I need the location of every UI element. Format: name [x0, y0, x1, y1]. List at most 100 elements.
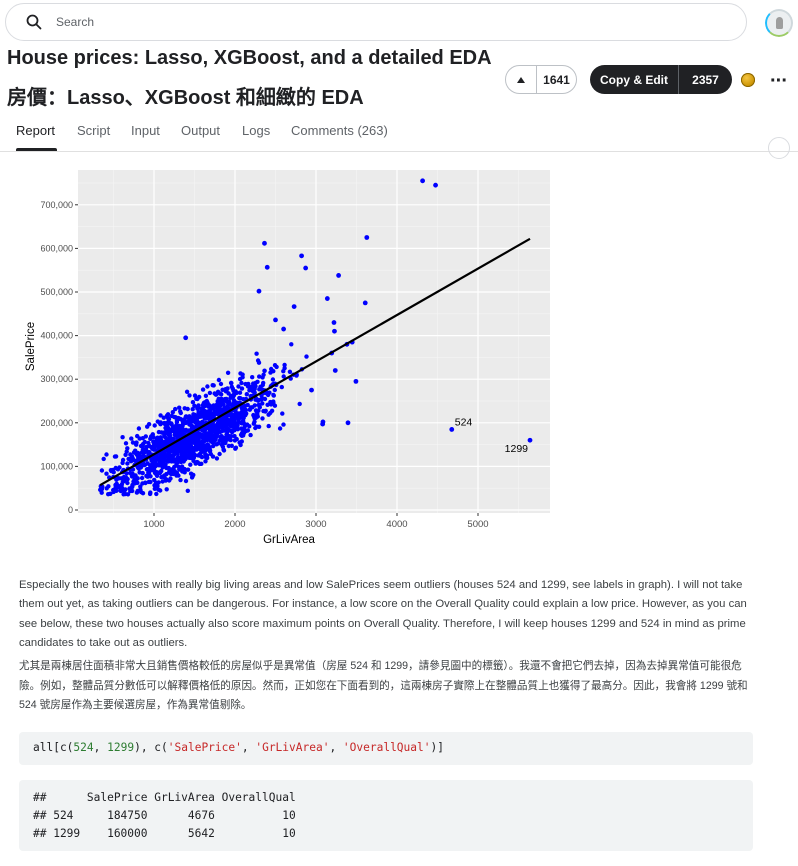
data-point	[185, 488, 190, 493]
search-bar[interactable]: Search	[5, 3, 747, 41]
data-point	[228, 412, 233, 417]
tab-output[interactable]: Output	[181, 123, 220, 138]
data-point	[148, 490, 153, 495]
copy-edit-count: 2357	[692, 72, 719, 87]
tab-script[interactable]: Script	[77, 123, 110, 138]
data-point	[152, 486, 157, 491]
data-point	[229, 428, 234, 433]
data-point	[110, 467, 116, 473]
upvote-button[interactable]: 1641	[505, 65, 577, 94]
data-point	[183, 447, 188, 453]
data-point	[173, 406, 178, 412]
data-point	[176, 446, 181, 451]
data-point	[253, 425, 258, 431]
data-point	[212, 405, 217, 410]
more-options-icon[interactable]: ···	[770, 70, 788, 93]
notebook-tabs: Report Script Input Output Logs Comments…	[0, 115, 798, 152]
data-point	[248, 432, 253, 438]
data-point	[214, 429, 220, 434]
user-avatar[interactable]	[765, 9, 793, 37]
data-point	[273, 317, 278, 323]
search-input[interactable]: Search	[56, 15, 94, 29]
data-point	[336, 273, 341, 278]
data-point	[226, 391, 231, 396]
data-point	[201, 414, 206, 419]
data-point	[240, 372, 245, 377]
data-point	[271, 369, 276, 374]
data-point	[281, 422, 286, 427]
data-point	[214, 442, 219, 447]
data-point	[183, 427, 189, 433]
data-point	[140, 470, 145, 476]
data-point	[158, 420, 164, 426]
data-point	[320, 421, 326, 427]
data-point	[197, 451, 203, 457]
data-point	[229, 384, 234, 389]
data-point	[168, 476, 173, 481]
data-point	[232, 438, 238, 443]
data-point	[172, 450, 177, 456]
data-point	[239, 439, 244, 444]
data-point	[182, 470, 187, 475]
data-point	[165, 412, 171, 417]
data-point	[187, 435, 192, 441]
data-point	[170, 455, 175, 461]
data-point	[213, 392, 219, 397]
x-tick-label: 5000	[467, 519, 488, 530]
data-point	[238, 420, 244, 426]
tab-comments[interactable]: Comments (263)	[291, 123, 388, 138]
page-title: House prices: Lasso, XGBoost, and a deta…	[7, 47, 492, 69]
data-point	[220, 387, 225, 392]
data-point	[236, 384, 241, 389]
data-point	[166, 455, 171, 460]
data-point	[151, 441, 157, 446]
data-point	[256, 424, 262, 429]
data-point	[200, 387, 206, 392]
data-point	[228, 423, 234, 429]
tab-input[interactable]: Input	[131, 123, 160, 138]
data-point	[233, 423, 238, 429]
data-point	[121, 474, 127, 480]
data-point	[289, 342, 294, 347]
data-point	[241, 430, 247, 436]
data-point	[274, 364, 279, 370]
data-point	[128, 459, 134, 464]
data-point	[153, 471, 159, 477]
data-point	[176, 455, 182, 461]
tab-report[interactable]: Report	[16, 123, 55, 138]
data-point	[121, 478, 127, 484]
data-point	[243, 381, 248, 387]
data-point	[196, 433, 202, 439]
data-point	[266, 423, 271, 429]
copy-edit-button[interactable]: Copy & Edit 2357	[590, 65, 732, 94]
data-point	[196, 410, 201, 415]
data-point	[190, 448, 196, 453]
code-input-cell[interactable]: all[c(524, 1299), c('SalePrice', 'GrLivA…	[19, 732, 753, 765]
data-point	[117, 465, 122, 470]
data-point	[270, 377, 276, 382]
tab-logs[interactable]: Logs	[242, 123, 270, 138]
data-point	[267, 390, 272, 395]
data-point	[172, 464, 177, 470]
data-point	[527, 437, 533, 443]
data-point	[159, 474, 164, 480]
page-title-translated: 房價：Lasso、XGBoost 和細緻的 EDA	[7, 87, 364, 109]
data-point	[247, 424, 252, 429]
data-point	[277, 426, 283, 431]
data-point	[225, 370, 231, 375]
data-point	[263, 409, 268, 414]
data-point	[193, 420, 198, 425]
search-icon	[26, 13, 44, 31]
scroll-to-top-button[interactable]	[768, 137, 790, 159]
data-point	[195, 460, 201, 465]
data-point	[188, 462, 193, 467]
analysis-paragraph-translated: 尤其是兩棟居住面積非常大且銷售價格較低的房屋似乎是異常值（房屋 524 和 12…	[19, 660, 748, 711]
data-point	[217, 451, 222, 457]
data-point	[117, 485, 123, 491]
data-point	[281, 369, 286, 374]
data-point	[183, 478, 189, 484]
data-point	[101, 456, 106, 462]
data-point	[233, 446, 238, 451]
x-tick-label: 3000	[305, 519, 326, 530]
data-point	[156, 429, 162, 435]
